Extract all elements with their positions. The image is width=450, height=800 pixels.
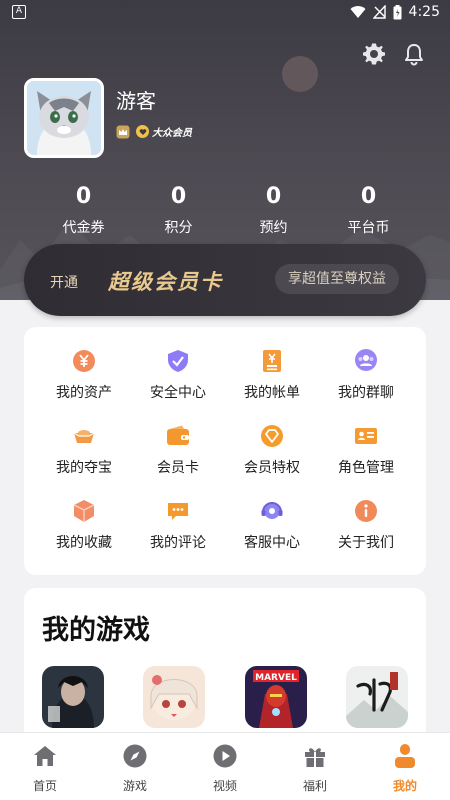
gift-icon: [305, 748, 325, 767]
menu-about-us[interactable]: 关于我们: [319, 499, 413, 574]
tab-label: 游戏: [122, 779, 147, 793]
clock: 4:25: [408, 4, 440, 20]
username: 游客: [116, 89, 156, 113]
menu-label: 我的夺宝: [56, 460, 112, 476]
compass-icon: [123, 744, 147, 768]
member-badges: 大众会员: [116, 124, 192, 139]
diamond-icon: [261, 425, 283, 447]
stat-reservations[interactable]: 0 预约: [226, 183, 321, 237]
svg-text:MARVEL: MARVEL: [255, 673, 297, 683]
game-icon-marvel[interactable]: MARVEL: [244, 666, 307, 728]
member-level-badge: 大众会员: [136, 124, 192, 139]
menu-label: 我的帐单: [244, 385, 300, 401]
tab-label: 视频: [212, 779, 237, 793]
stat-value: 0: [360, 184, 377, 209]
menu-label: 角色管理: [338, 460, 394, 476]
bottom-tab-bar: 首页 游戏 视频 福利 我的: [0, 732, 450, 800]
menu-label: 会员卡: [157, 460, 199, 476]
menu-my-bills[interactable]: 我的帐单: [225, 349, 319, 424]
vip-prefix: 开通: [50, 275, 78, 291]
feature-menu-card: 我的资产 安全中心 我的帐单 我的群聊 我的夺宝 会员卡 会员特权 角色管理 我…: [24, 327, 426, 575]
tab-videos[interactable]: 视频: [180, 733, 270, 800]
vip-benefits-button[interactable]: 享超值至尊权益: [275, 264, 399, 294]
status-bar: A 4:25: [0, 0, 450, 26]
notification-app-icon: A: [12, 5, 26, 19]
stat-platform-coins[interactable]: 0 平台币: [321, 183, 416, 237]
menu-label: 我的群聊: [338, 385, 394, 401]
menu-my-comments[interactable]: 我的评论: [131, 499, 225, 574]
menu-label: 安全中心: [150, 385, 206, 401]
tab-label: 我的: [392, 779, 417, 793]
user-icon: [395, 744, 415, 768]
menu-my-treasure[interactable]: 我的夺宝: [37, 424, 131, 499]
super-vip-card-banner[interactable]: 开通 超级会员卡 享超值至尊权益: [24, 244, 426, 316]
vip-title: 超级会员卡: [108, 270, 223, 294]
stats-row: 0 代金券 0 积分 0 预约 0 平台币: [36, 183, 416, 237]
crown-badge-icon: [116, 125, 130, 138]
heart-badge-icon: [136, 125, 149, 138]
menu-label: 我的资产: [56, 385, 112, 401]
menu-my-assets[interactable]: 我的资产: [37, 349, 131, 424]
bill-icon: [263, 350, 281, 372]
stat-points[interactable]: 0 积分: [131, 183, 226, 237]
battery-icon: [393, 4, 402, 19]
wallet-card-icon: [167, 425, 189, 445]
menu-label: 我的收藏: [56, 535, 112, 551]
decorative-ball: [282, 56, 318, 92]
stat-value: 0: [75, 184, 92, 209]
comment-icon: [168, 503, 188, 520]
my-games-title: 我的游戏: [42, 615, 150, 646]
headset-icon: [261, 502, 283, 519]
tab-home[interactable]: 首页: [0, 733, 90, 800]
home-icon: [34, 746, 56, 766]
menu-my-group-chat[interactable]: 我的群聊: [319, 349, 413, 424]
stat-value: 0: [265, 184, 282, 209]
stat-value: 0: [170, 184, 187, 209]
member-level-label: 大众会员: [152, 128, 192, 139]
menu-label: 会员特权: [244, 460, 300, 476]
group-chat-icon: [355, 349, 377, 371]
menu-customer-service[interactable]: 客服中心: [225, 499, 319, 574]
shield-check-icon: [168, 350, 188, 372]
game-icon-zhuxian[interactable]: [345, 666, 408, 728]
menu-label: 客服中心: [244, 535, 300, 551]
menu-my-favorites[interactable]: 我的收藏: [37, 499, 131, 574]
menu-label: 我的评论: [150, 535, 206, 551]
stat-label: 积分: [164, 220, 193, 236]
favorite-box-icon: [73, 500, 95, 522]
yen-coin-icon: [73, 350, 95, 372]
signal-off-icon: [372, 5, 386, 19]
cat-avatar-image: [27, 81, 101, 155]
stat-label: 平台币: [347, 220, 390, 236]
stat-label: 预约: [259, 220, 288, 236]
settings-gear-icon[interactable]: [362, 42, 386, 66]
avatar[interactable]: [24, 78, 104, 158]
tab-label: 福利: [302, 779, 327, 793]
menu-member-privileges[interactable]: 会员特权: [225, 424, 319, 499]
id-card-icon: [355, 428, 377, 444]
game-icon-anime-girl[interactable]: [143, 666, 206, 728]
menu-label: 关于我们: [338, 535, 394, 551]
wifi-icon: [350, 6, 366, 19]
my-games-card: 我的游戏 MARVEL: [24, 588, 426, 748]
menu-member-card[interactable]: 会员卡: [131, 424, 225, 499]
tab-label: 首页: [32, 779, 57, 793]
menu-security-center[interactable]: 安全中心: [131, 349, 225, 424]
game-icon-warrior[interactable]: [42, 666, 104, 728]
tab-mine[interactable]: 我的: [360, 733, 450, 800]
stat-vouchers[interactable]: 0 代金券: [36, 183, 131, 237]
stat-label: 代金券: [62, 220, 105, 236]
menu-role-management[interactable]: 角色管理: [319, 424, 413, 499]
treasure-ingot-icon: [73, 430, 95, 443]
info-icon: [355, 500, 377, 522]
tab-welfare[interactable]: 福利: [270, 733, 360, 800]
tab-games[interactable]: 游戏: [90, 733, 180, 800]
notification-bell-icon[interactable]: [402, 42, 426, 66]
play-icon: [213, 744, 237, 768]
